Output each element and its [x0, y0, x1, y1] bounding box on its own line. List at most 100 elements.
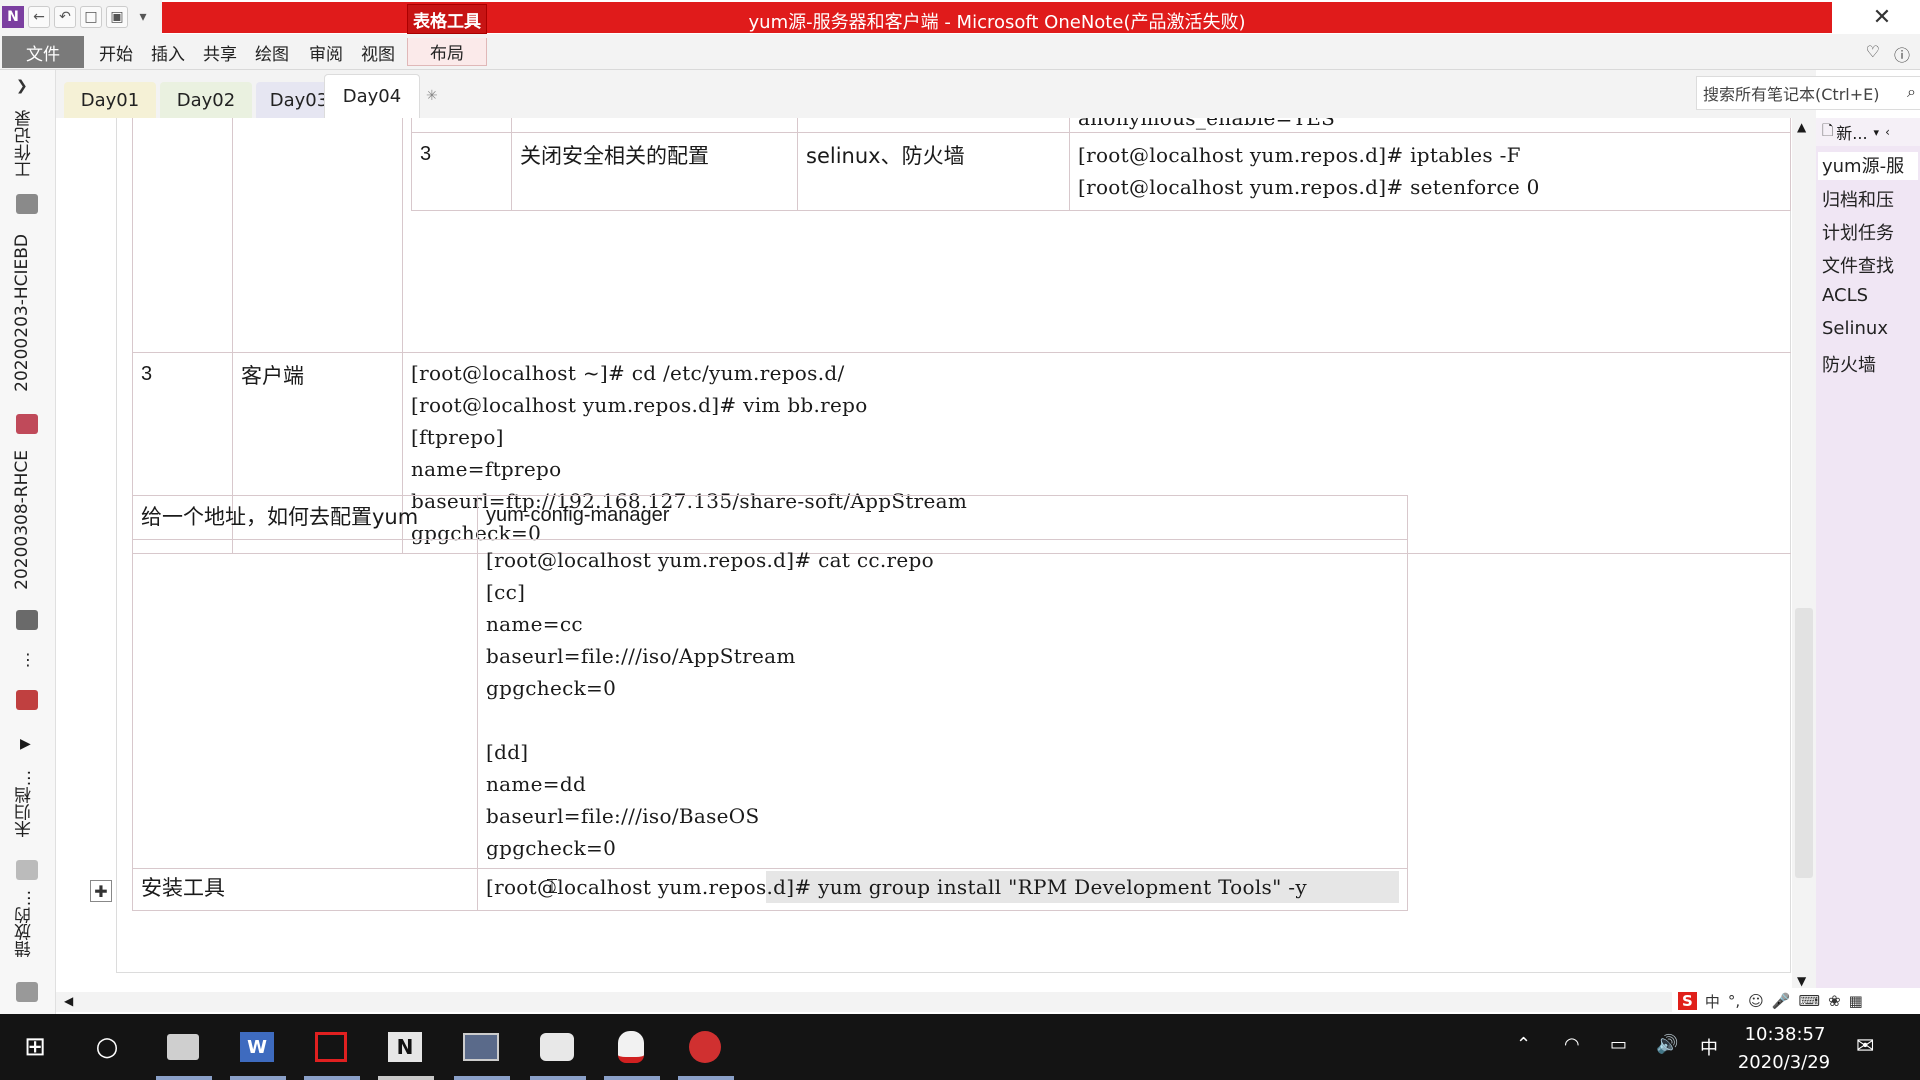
qq-icon[interactable] [608, 1024, 654, 1070]
open-notebook-icon [16, 610, 38, 630]
dock-icon[interactable]: □ [80, 6, 102, 28]
new-page-label: 新... [1836, 124, 1868, 143]
chevron-down-icon[interactable]: ▾ [1874, 126, 1880, 139]
full-page-icon[interactable]: ▣ [106, 6, 128, 28]
more-icon[interactable]: ⋮ [20, 650, 36, 669]
close-icon[interactable]: ✕ [1868, 4, 1896, 30]
tab-draw[interactable]: 绘图 [250, 38, 294, 66]
remote-desktop-icon[interactable] [458, 1024, 504, 1070]
notifications-icon[interactable]: ✉ [1856, 1034, 1874, 1059]
clock-time[interactable]: 10:38:57 [1740, 1024, 1830, 1045]
network-icon[interactable]: ◠ [1564, 1034, 1580, 1055]
tab-layout[interactable]: 布局 [407, 38, 487, 66]
inner-config-table: anonymous_enable=YES 3 关闭安全相关的配置 selinux… [411, 118, 1791, 211]
row-label: 安装工具 [132, 868, 478, 911]
quick-access-toolbar: N ← ↶ □ ▣ ▾ [0, 0, 162, 34]
emoji-icon[interactable]: ☺ [1748, 992, 1764, 1010]
new-section-icon[interactable]: ✳ [426, 88, 438, 104]
customize-qat-icon[interactable]: ▾ [132, 6, 154, 28]
skin-icon[interactable]: ❀ [1828, 992, 1841, 1010]
onenote-logo-icon: N [2, 6, 24, 28]
ime-mode[interactable]: 中 [1705, 991, 1720, 1012]
help-icon[interactable]: ⓘ [1894, 42, 1910, 66]
install-command-cell[interactable]: [root@localhost yum.repos.d]# yum group … [477, 868, 1408, 911]
tag-icon [16, 860, 38, 880]
undo-icon[interactable]: ↶ [54, 6, 76, 28]
code-line: [root@localhost yum.repos.d]# cat cc.rep… [486, 548, 934, 572]
tab-share[interactable]: 共享 [198, 38, 242, 66]
row-number: 3 [411, 132, 512, 211]
show-hidden-icons-icon[interactable]: ⌃ [1516, 1034, 1531, 1055]
move-table-handle-icon[interactable]: ✚ [90, 880, 112, 902]
file-explorer-icon[interactable] [160, 1024, 206, 1070]
punctuation-icon[interactable]: °, [1728, 992, 1740, 1010]
battery-icon[interactable]: ▭ [1610, 1034, 1627, 1055]
page-item[interactable]: Selinux [1822, 318, 1918, 339]
onenote-icon[interactable]: N [382, 1024, 428, 1070]
scroll-down-icon[interactable]: ▼ [1797, 974, 1806, 988]
code-line: [dd] [486, 740, 529, 764]
browser-icon[interactable] [682, 1024, 728, 1070]
section-tabs: Day01 Day02 Day03 Day04 ✳ 搜索所有笔记本(Ctrl+E… [56, 70, 1920, 118]
back-icon[interactable]: ← [28, 6, 50, 28]
page-item[interactable]: 计划任务 [1822, 219, 1918, 245]
tab-insert[interactable]: 插入 [146, 38, 190, 66]
running-indicator [530, 1076, 586, 1080]
vertical-scrollbar[interactable]: ▲ ▼ [1792, 118, 1816, 994]
code-line: baseurl=file:///iso/AppStream [486, 644, 796, 668]
tab-home[interactable]: 开始 [94, 38, 138, 66]
clock-date[interactable]: 2020/3/29 [1734, 1052, 1834, 1073]
section-tab-day04[interactable]: Day04 [324, 74, 420, 118]
text-cursor-icon: ⌶ [546, 874, 558, 898]
windows-start-icon[interactable]: ⊞ [12, 1024, 58, 1070]
play-icon[interactable]: ▶ [20, 736, 31, 752]
scrollbar-thumb[interactable] [1795, 608, 1813, 878]
scroll-left-icon[interactable]: ◀ [64, 994, 73, 1008]
section-unfiled[interactable]: 未归档... [12, 770, 37, 837]
page-item[interactable]: ACLS [1822, 285, 1918, 306]
section-tab-day01[interactable]: Day01 [64, 82, 156, 118]
page-item[interactable]: 文件查找 [1822, 252, 1918, 278]
volume-icon[interactable]: 🔊 [1656, 1034, 1678, 1055]
table-cell: anonymous_enable=YES 3 关闭安全相关的配置 selinux… [402, 118, 1791, 353]
cortana-search-icon[interactable]: ○ [84, 1024, 130, 1070]
notebook-work-log[interactable]: 工作记录 [12, 110, 37, 178]
horizontal-scrollbar[interactable]: ◀ [56, 992, 1791, 1012]
ribbon-right-controls: ♡ ⓘ [1866, 42, 1910, 66]
page-item[interactable]: 归档和压 [1822, 186, 1918, 212]
running-indicator [678, 1076, 734, 1080]
tab-file[interactable]: 文件 [2, 36, 84, 68]
sogou-ime-icon[interactable]: S [1678, 992, 1697, 1010]
install-command[interactable]: [root@localhost yum.repos.d]# yum group … [486, 871, 1399, 903]
keyboard-icon[interactable]: ⌨ [1798, 992, 1820, 1010]
scroll-up-icon[interactable]: ▲ [1797, 120, 1806, 134]
search-input[interactable]: 搜索所有笔记本(Ctrl+E) [1696, 76, 1920, 110]
running-indicator [156, 1076, 212, 1080]
repo-file-cell: [root@localhost yum.repos.d]# cat cc.rep… [477, 539, 1408, 869]
code-line: [root@localhost yum.repos.d]# vim bb.rep… [411, 393, 868, 417]
collapse-ribbon-icon[interactable]: ♡ [1866, 42, 1880, 66]
voice-icon[interactable]: 🎤 [1772, 992, 1791, 1010]
new-page-button[interactable]: 🗋 新... ▾ ‹ [1816, 118, 1920, 146]
tab-view[interactable]: 视图 [356, 38, 400, 66]
toolbox-icon[interactable]: ▦ [1849, 992, 1863, 1010]
page-item-selected[interactable]: yum源-服 [1818, 152, 1918, 180]
section-tab-day02[interactable]: Day02 [160, 82, 252, 118]
camera-icon[interactable] [534, 1024, 580, 1070]
running-indicator [230, 1076, 286, 1080]
collapse-pane-icon[interactable]: ‹ [1885, 125, 1890, 139]
notebook-rhce[interactable]: 20200308-RHCE [12, 450, 32, 590]
code-line: gpgcheck=0 [486, 836, 617, 860]
section-misplaced[interactable]: 错放的... [12, 890, 37, 957]
running-indicator [454, 1076, 510, 1080]
page-item[interactable]: 防火墙 [1822, 351, 1918, 377]
tab-review[interactable]: 审阅 [304, 38, 348, 66]
question-cell: 给一个地址，如何去配置yum [132, 495, 478, 540]
screen-recorder-icon[interactable] [308, 1024, 354, 1070]
ime-indicator[interactable]: 中 [1700, 1034, 1718, 1060]
expand-notebooks-icon[interactable]: ❯ [16, 78, 28, 94]
running-indicator [378, 1076, 434, 1080]
notebook-hciebd[interactable]: 20200203-HCIEBD [12, 234, 32, 392]
wps-writer-icon[interactable]: W [234, 1024, 280, 1070]
stack-icon [16, 690, 38, 710]
